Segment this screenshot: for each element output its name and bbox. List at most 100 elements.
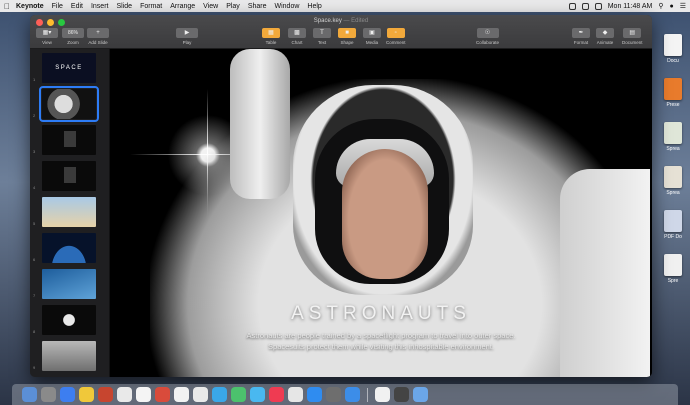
- chart-button[interactable]: ▩ Chart: [288, 28, 306, 45]
- slide-title[interactable]: ASTRONAUTS: [110, 303, 652, 325]
- dock-app-icon[interactable]: [250, 387, 265, 402]
- desktop-file-icon[interactable]: Sprea: [658, 122, 688, 166]
- dock-app-icon[interactable]: [79, 387, 94, 402]
- airplay-icon[interactable]: [568, 2, 576, 10]
- siri-icon[interactable]: ●: [669, 3, 673, 10]
- media-button[interactable]: ▣ Media: [363, 28, 381, 45]
- play-button[interactable]: ▶ Play: [176, 28, 198, 45]
- dock-app-icon[interactable]: [98, 387, 113, 402]
- slide-thumbnail-7[interactable]: [42, 269, 96, 299]
- play-label: Play: [182, 40, 192, 45]
- zoom-button[interactable]: 86% Zoom: [62, 28, 84, 45]
- dock-app-icon[interactable]: [136, 387, 151, 402]
- title-bar: Space.key — Edited ▦▾ View 86% Zoom + Ad…: [30, 15, 652, 49]
- astronaut-face-image: [342, 149, 428, 279]
- menu-slide[interactable]: Slide: [116, 3, 132, 10]
- slide-thumbnail-1[interactable]: SPACE: [42, 53, 96, 83]
- slide-body-text[interactable]: Astronauts are people trained by a space…: [170, 330, 592, 352]
- shape-button[interactable]: ■ Shape: [338, 28, 356, 45]
- dock-app-icon[interactable]: [155, 387, 170, 402]
- chart-label: Chart: [291, 40, 303, 45]
- dock-app-icon[interactable]: [394, 387, 409, 402]
- media-label: Media: [365, 40, 379, 45]
- slide-thumbnail-title: SPACE: [55, 65, 83, 71]
- menu-share[interactable]: Share: [248, 3, 267, 10]
- slide-thumbnail-8[interactable]: [42, 305, 96, 335]
- view-label: View: [42, 40, 52, 45]
- notification-center-icon[interactable]: ☰: [680, 2, 686, 10]
- desktop-file-label: Sprea: [666, 190, 680, 196]
- dock-app-icon[interactable]: [326, 387, 341, 402]
- dock-app-icon[interactable]: [212, 387, 227, 402]
- menu-view[interactable]: View: [203, 3, 218, 10]
- current-slide[interactable]: ASTRONAUTS Astronauts are people trained…: [110, 49, 652, 377]
- edited-status: — Edited: [343, 18, 369, 24]
- slide-number: 5: [33, 221, 36, 226]
- desktop-file-label: Docu: [667, 58, 679, 64]
- table-button[interactable]: ▦ Table: [262, 28, 280, 45]
- slide-canvas[interactable]: ASTRONAUTS Astronauts are people trained…: [110, 49, 652, 377]
- dock-app-icon[interactable]: [174, 387, 189, 402]
- animate-icon: ◆: [602, 30, 608, 36]
- format-button[interactable]: ✒ Format: [572, 28, 590, 45]
- dock-app-icon[interactable]: [307, 387, 322, 402]
- menu-help[interactable]: Help: [307, 3, 321, 10]
- add-slide-button[interactable]: + Add Slide: [87, 28, 109, 45]
- desktop-file-icon[interactable]: Prese: [658, 78, 688, 122]
- comment-button[interactable]: ▫ Comment: [386, 28, 406, 45]
- desktop-file-icon[interactable]: PDF Do: [658, 210, 688, 254]
- view-button[interactable]: ▦▾ View: [36, 28, 58, 45]
- animate-button[interactable]: ◆ Animate: [596, 28, 614, 45]
- desktop-file-icon[interactable]: Spre: [658, 254, 688, 298]
- dock-app-icon[interactable]: [117, 387, 132, 402]
- slide-thumbnail-2[interactable]: [39, 86, 99, 122]
- dock-app-icon[interactable]: [345, 387, 360, 402]
- slide-thumbnail-9[interactable]: [42, 341, 96, 371]
- menu-arrange[interactable]: Arrange: [170, 3, 195, 10]
- slide-number: 1: [33, 77, 36, 82]
- document-label: Document: [622, 40, 643, 45]
- menu-clock[interactable]: Mon 11:48 AM: [608, 3, 653, 10]
- dock-app-icon[interactable]: [193, 387, 208, 402]
- desktop-file-icon[interactable]: Docu: [658, 34, 688, 78]
- dock-app-icon[interactable]: [375, 387, 390, 402]
- menu-format[interactable]: Format: [140, 3, 162, 10]
- dock-app-icon[interactable]: [22, 387, 37, 402]
- dock-app-icon[interactable]: [231, 387, 246, 402]
- collaborate-button[interactable]: ☉ Collaborate: [476, 28, 499, 45]
- slide-thumbnail-4[interactable]: [42, 161, 96, 191]
- dock-separator: [367, 387, 368, 402]
- document-button[interactable]: ▤ Document: [622, 28, 643, 45]
- menu-window[interactable]: Window: [275, 3, 300, 10]
- menu-file[interactable]: File: [52, 3, 63, 10]
- desktop-file-icon[interactable]: Sprea: [658, 166, 688, 210]
- astronaut-arm-image: [230, 49, 290, 199]
- dock-app-icon[interactable]: [41, 387, 56, 402]
- format-label: Format: [573, 40, 589, 45]
- menu-play[interactable]: Play: [226, 3, 240, 10]
- menu-bar:  Keynote File Edit Insert Slide Format …: [0, 0, 690, 12]
- slide-body-line: Astronauts are people trained by a space…: [246, 331, 516, 340]
- text-button[interactable]: T Text: [313, 28, 331, 45]
- apple-menu-icon[interactable]: : [4, 2, 10, 11]
- comment-icon: ▫: [394, 30, 397, 36]
- menu-insert[interactable]: Insert: [91, 3, 109, 10]
- dock-app-icon[interactable]: [60, 387, 75, 402]
- shape-label: Shape: [340, 40, 354, 45]
- dock-app-icon[interactable]: [413, 387, 428, 402]
- battery-icon[interactable]: [594, 2, 602, 10]
- menu-app-keynote[interactable]: Keynote: [16, 3, 44, 10]
- dock-app-icon[interactable]: [269, 387, 284, 402]
- comment-label: Comment: [386, 40, 406, 45]
- menu-edit[interactable]: Edit: [71, 3, 83, 10]
- dock-app-icon[interactable]: [288, 387, 303, 402]
- desktop-file-label: PDF Do: [664, 234, 682, 240]
- spotlight-icon[interactable]: ⚲: [658, 2, 663, 10]
- slide-thumbnail-5[interactable]: [42, 197, 96, 227]
- slide-thumbnail-6[interactable]: [42, 233, 96, 263]
- desktop-file-label: Prese: [666, 102, 680, 108]
- slide-thumbnail-3[interactable]: [42, 125, 96, 155]
- slide-body-line: Spacesuits protect them while visiting t…: [268, 342, 494, 351]
- slide-number: 9: [33, 365, 36, 370]
- wifi-icon[interactable]: [581, 2, 589, 10]
